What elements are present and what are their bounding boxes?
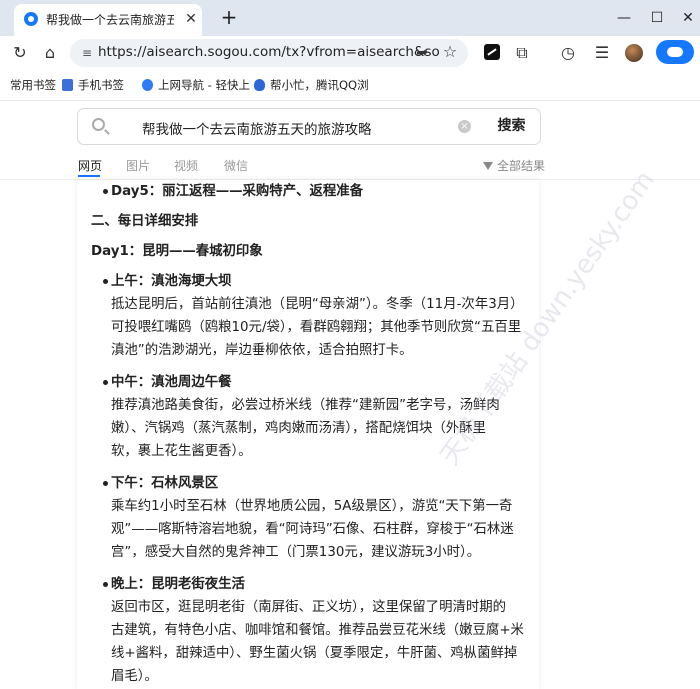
text-line: 推荐滇池路美食街，必尝过桥米线（推荐“建新园”老字号，汤鲜肉 (111, 398, 500, 413)
tab-images[interactable]: 图片 (126, 157, 150, 174)
bullet (103, 481, 108, 486)
bookmark-item[interactable]: 常用书签 (10, 77, 56, 93)
close-tab-icon[interactable]: ✕ (182, 10, 200, 28)
bookmark-label: 上网导航 - 轻快上 (158, 78, 250, 92)
filter-label: 全部结果 (497, 159, 546, 173)
tab-title: 帮我做一个去云南旅游五天的旅 (46, 13, 174, 27)
text-line: 古建筑，有特色小店、咖啡馆和餐馆。推荐品尝豆花米线（嫩豆腐+米 (111, 623, 524, 638)
address-bar[interactable]: ≡ https://aisearch.sogou.com/tx?vfrom=ai… (70, 39, 468, 67)
folder-icon (62, 79, 73, 91)
new-tab-icon[interactable]: + (218, 6, 240, 28)
history-icon[interactable]: ◷ (556, 41, 580, 65)
search-button[interactable]: 搜索 (484, 109, 539, 144)
bookmark-label: 手机书签 (78, 78, 124, 92)
text-line: 线+酱料，甜辣适中）、野生菌火锅（夏季限定，牛肝菌、鸡枞菌鲜掉 (111, 646, 518, 661)
active-tab-indicator (78, 175, 100, 177)
maximize-icon[interactable]: ☐ (645, 6, 669, 30)
bullet (103, 380, 108, 385)
puzzle-extensions-icon[interactable]: ⧉ (510, 41, 534, 65)
clear-icon[interactable]: × (458, 120, 471, 133)
home-icon[interactable]: ⌂ (38, 41, 62, 65)
search-bar: 帮我做一个去云南旅游五天的旅游攻略 × 搜索 (77, 108, 541, 145)
bullet (103, 279, 108, 284)
text-line: 眉毛）。 (111, 669, 158, 684)
extension-icon[interactable] (484, 44, 500, 60)
url-text: https://aisearch.sogou.com/tx?vfrom=aise… (98, 44, 440, 60)
tab-wechat[interactable]: 微信 (224, 157, 248, 174)
avatar[interactable] (625, 44, 643, 62)
minimize-icon[interactable]: — (612, 6, 636, 30)
text-line: 返回市区，逛昆明老街（南屏街、正义坊），这里保留了明清时期的 (111, 600, 507, 615)
qq-icon (254, 79, 265, 91)
item-heading: 中午：滇池周边午餐 (111, 375, 232, 390)
text-line: 可投喂红嘴鸥（鸥粮10元/袋），看群鸥翱翔；其他季节则欣赏“五百里 (111, 320, 522, 335)
bookmarks-bar: 常用书签 手机书签 上网导航 - 轻快上 帮小忙，腾讯QQ浏 (0, 70, 700, 101)
sogou-favicon-icon (24, 12, 38, 26)
item-heading: 下午：石林风景区 (111, 476, 219, 491)
bookmark-label: 常用书签 (10, 78, 56, 92)
day-heading: Day1：昆明——春城初印象 (91, 244, 263, 259)
close-window-icon[interactable]: ✕ (676, 6, 700, 30)
tab-strip: 帮我做一个去云南旅游五天的旅 ✕ + — ☐ ✕ (0, 0, 700, 36)
filter-button[interactable]: 全部结果 (483, 157, 545, 174)
text-line: 抵达昆明后，首站前往滇池（昆明“母亲湖”）。冬季（11月-次年3月） (111, 297, 524, 312)
navigation-icon (142, 79, 153, 91)
share-icon[interactable]: ➦ (412, 43, 432, 63)
text-line: 滇池”的浩渺湖光，岸边垂柳依依，适合拍照打卡。 (111, 343, 413, 358)
bookmark-item[interactable]: 上网导航 - 轻快上 (142, 77, 250, 93)
text-line: Day5：丽江返程——采购特产、返程准备 (111, 184, 364, 199)
bullet (103, 189, 108, 194)
toolbar: ↻ ⌂ ≡ https://aisearch.sogou.com/tx?vfro… (0, 36, 700, 70)
text-line: 嫩）、汽锅鸡（蒸汽蒸制，鸡肉嫩而汤清），搭配烧饵块（外酥里 (111, 421, 486, 436)
section-heading: 二、每日详细安排 (91, 214, 199, 229)
reload-icon[interactable]: ↻ (8, 41, 32, 65)
text-line: 软，裹上花生酱更香）。 (111, 444, 252, 459)
search-icon (92, 118, 105, 131)
site-info-icon[interactable]: ≡ (78, 44, 96, 62)
browser-tab[interactable]: 帮我做一个去云南旅游五天的旅 ✕ (14, 4, 202, 36)
bullet (103, 582, 108, 587)
tab-web[interactable]: 网页 (78, 157, 102, 174)
item-heading: 晚上：昆明老街夜生活 (111, 577, 245, 592)
text-line: 观”——喀斯特溶岩地貌，看“阿诗玛”石像、石柱群，穿梭于“石林迷 (111, 522, 514, 537)
bookmark-item[interactable]: 手机书签 (62, 77, 124, 93)
filter-icon (483, 162, 493, 170)
text-line: 乘车约1小时至石林（世界地质公园，5A级景区），游览“天下第一奇 (111, 499, 513, 514)
text-line: 宫”，感受大自然的鬼斧神工（门票130元，建议游玩3小时）。 (111, 545, 481, 560)
cloud-sync-icon[interactable] (656, 40, 694, 64)
bookmark-item[interactable]: 帮小忙，腾讯QQ浏 (254, 77, 369, 93)
result-tabs: 网页 图片 视频 微信 全部结果 (0, 155, 700, 180)
bookmark-star-icon[interactable]: ☆ (440, 42, 460, 62)
search-input[interactable]: 帮我做一个去云南旅游五天的旅游攻略 (142, 118, 372, 138)
tab-videos[interactable]: 视频 (174, 157, 198, 174)
item-heading: 上午：滇池海埂大坝 (111, 274, 232, 289)
bookmark-label: 帮小忙，腾讯QQ浏 (270, 78, 369, 92)
menu-icon[interactable]: ☰ (590, 41, 614, 65)
